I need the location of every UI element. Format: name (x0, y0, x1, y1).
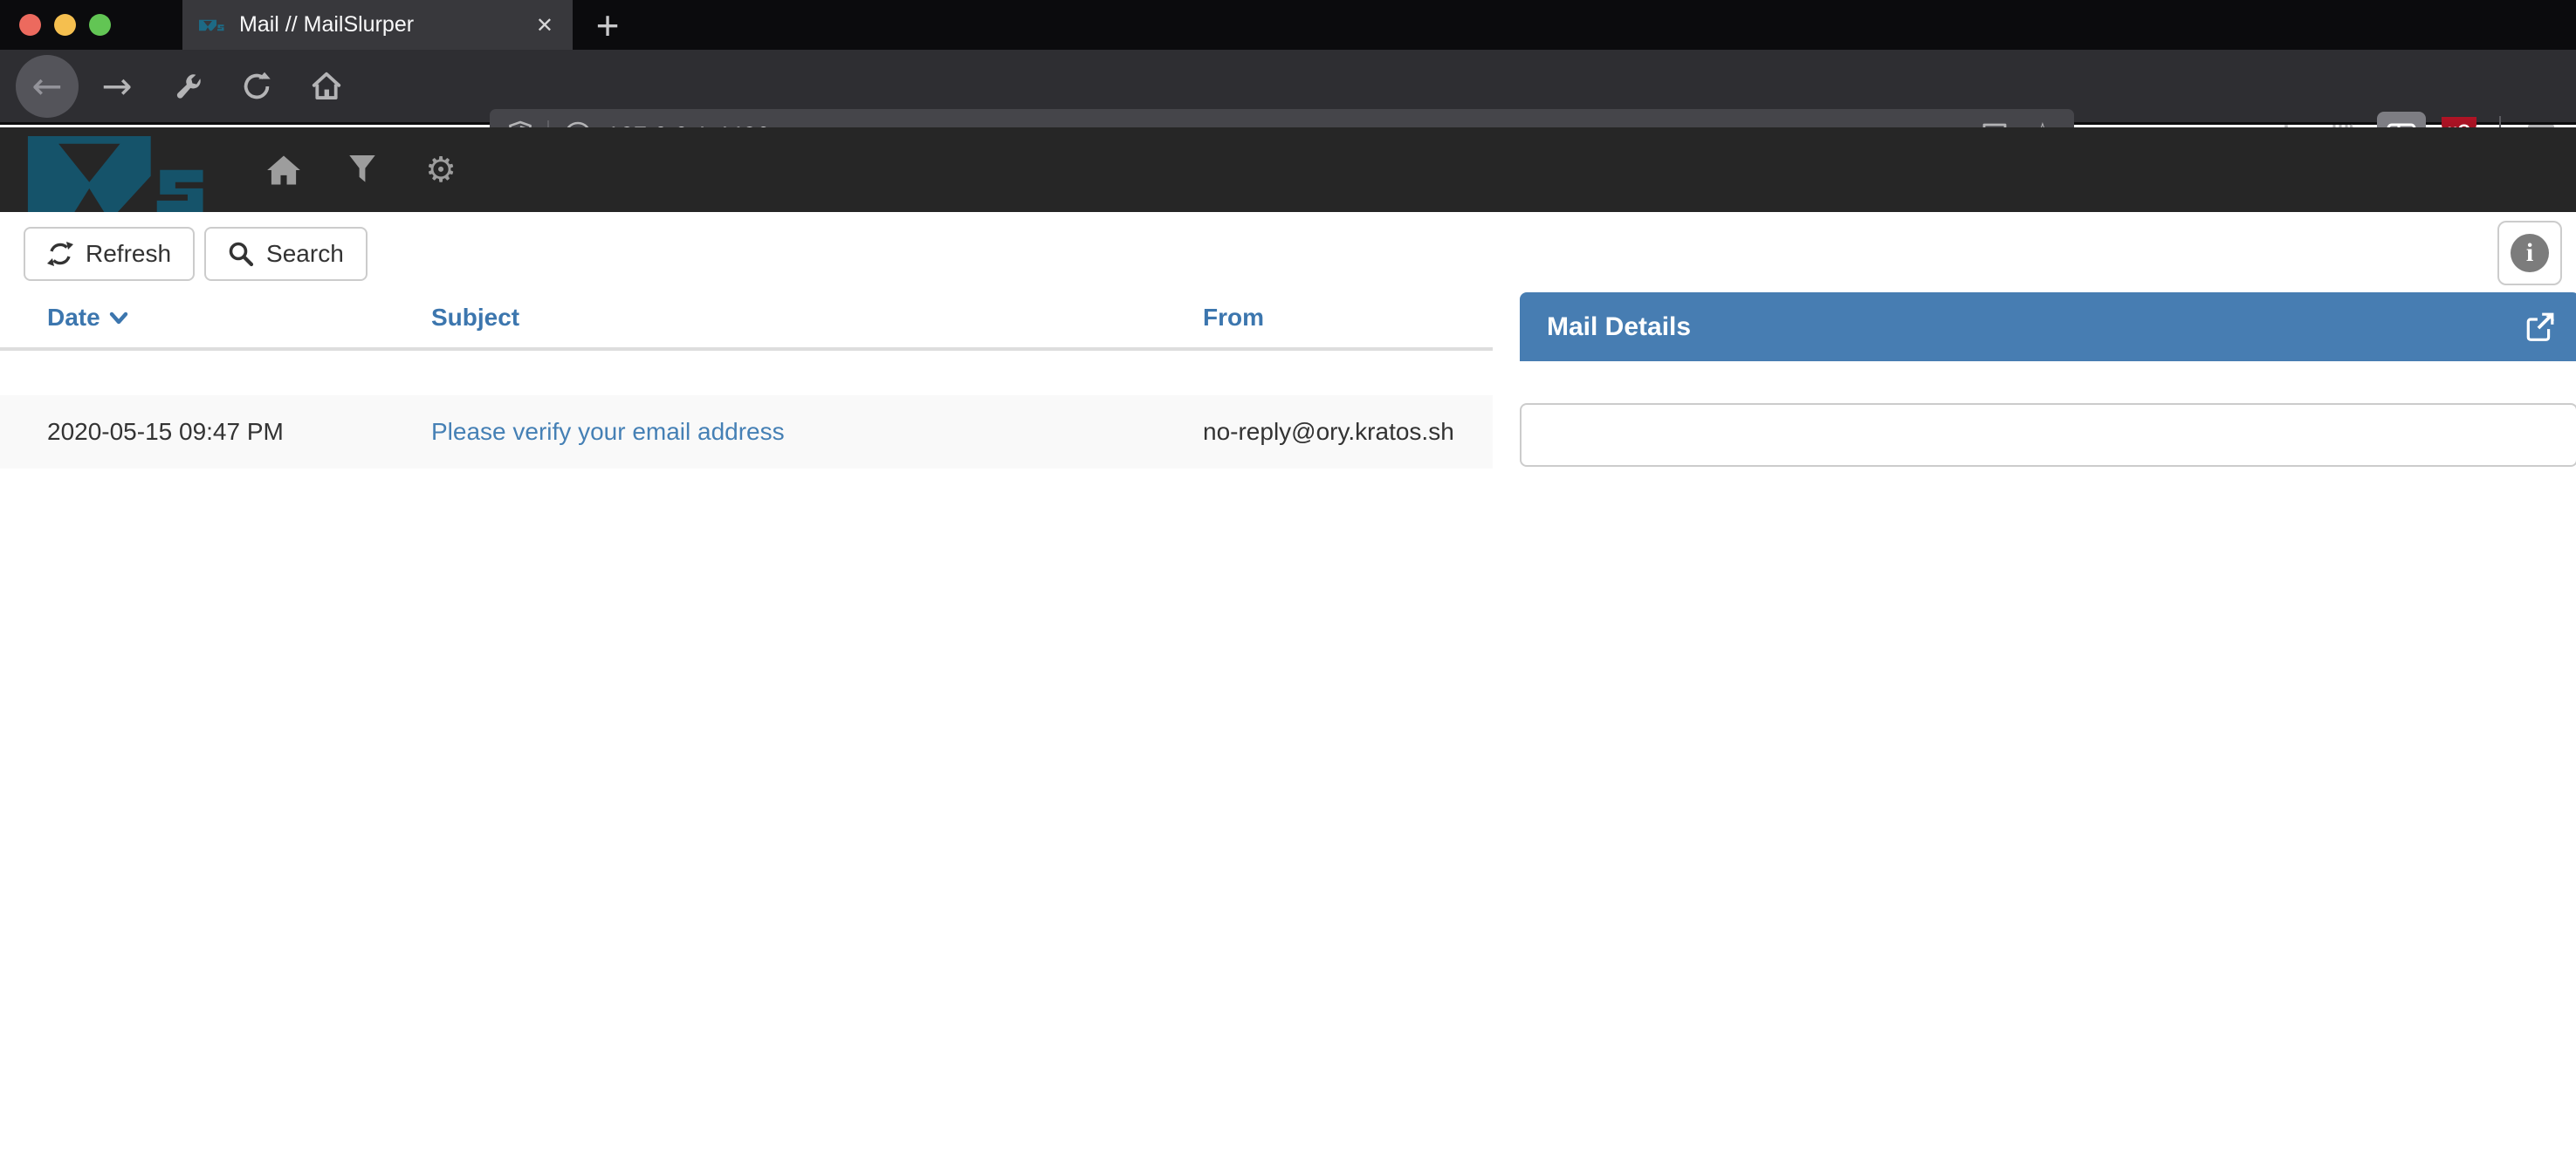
info-button[interactable]: i (2497, 221, 2562, 285)
nav-settings-button[interactable]: ⚙ (422, 152, 459, 188)
minimize-window-button[interactable] (54, 14, 76, 36)
info-sign-icon: i (2511, 234, 2549, 272)
mailslurper-page: ⚙ Refresh (0, 127, 2576, 1157)
close-window-button[interactable] (19, 14, 41, 36)
new-tab-button[interactable]: + (581, 0, 634, 50)
wrench-icon (171, 71, 203, 102)
mail-subject-link[interactable]: Please verify your email address (431, 418, 785, 445)
screen: Mail // MailSlurper ✕ + ← → (0, 0, 2576, 1157)
back-button[interactable]: ← (12, 51, 82, 121)
wrench-button[interactable] (152, 51, 222, 121)
browser-toolbar: ← → (0, 50, 2576, 125)
back-button-circle: ← (16, 55, 79, 118)
mailslurper-navbar: ⚙ (0, 127, 2576, 212)
mailslurper-favicon (199, 15, 225, 36)
column-header-from[interactable]: From (1156, 304, 1493, 332)
home-icon (310, 70, 343, 103)
tab-title: Mail // MailSlurper (239, 12, 414, 38)
browser-tab[interactable]: Mail // MailSlurper ✕ (182, 0, 573, 50)
mail-details-title: Mail Details (1547, 312, 1691, 342)
mail-date-cell: 2020-05-15 09:47 PM (0, 418, 384, 446)
gear-icon: ⚙ (425, 153, 457, 188)
nav-buttons: ← → (12, 50, 361, 122)
mail-subject-cell: Please verify your email address (384, 418, 1156, 446)
refresh-button[interactable]: Refresh (24, 227, 195, 281)
mailslurper-logo[interactable] (22, 136, 218, 213)
tab-close-icon[interactable]: ✕ (536, 13, 553, 38)
empty-row (0, 351, 1493, 395)
home-filled-icon (266, 154, 301, 186)
action-bar: Refresh Search i (0, 212, 2576, 288)
external-link-icon (2524, 312, 2555, 343)
search-icon (228, 241, 254, 267)
search-button[interactable]: Search (204, 227, 368, 281)
filter-icon (349, 155, 375, 185)
window-controls (19, 14, 111, 36)
refresh-icon (47, 241, 73, 267)
column-header-subject[interactable]: Subject (384, 304, 1156, 332)
date-header-label: Date (47, 304, 100, 332)
forward-button[interactable]: → (82, 51, 152, 121)
mail-list-header: Date Subject From (0, 288, 1493, 351)
mail-list: Date Subject From 2020-05-15 09:47 PM Pl… (0, 288, 1493, 469)
mail-details-content (1520, 403, 2576, 467)
zoom-window-button[interactable] (89, 14, 111, 36)
nav-filter-button[interactable] (344, 152, 381, 188)
sort-descending-icon (109, 312, 128, 325)
mail-details-panel: Mail Details (1520, 292, 2576, 467)
refresh-button-label: Refresh (86, 240, 171, 268)
nav-home-button[interactable] (265, 152, 302, 188)
mail-row[interactable]: 2020-05-15 09:47 PM Please verify your e… (0, 395, 1493, 469)
mailslurper-nav: ⚙ (265, 152, 459, 188)
search-button-label: Search (266, 240, 344, 268)
browser-tab-bar: Mail // MailSlurper ✕ + (0, 0, 2576, 50)
mail-details-header: Mail Details (1520, 292, 2576, 361)
forward-icon: → (101, 68, 132, 105)
reload-button[interactable] (222, 51, 292, 121)
home-button[interactable] (292, 51, 361, 121)
reload-icon (241, 71, 272, 102)
back-icon: ← (31, 68, 62, 105)
action-buttons: Refresh Search (24, 227, 368, 281)
open-in-new-window-button[interactable] (2524, 312, 2555, 343)
column-header-date[interactable]: Date (0, 304, 384, 332)
mail-from-cell: no-reply@ory.kratos.sh (1156, 418, 1493, 446)
